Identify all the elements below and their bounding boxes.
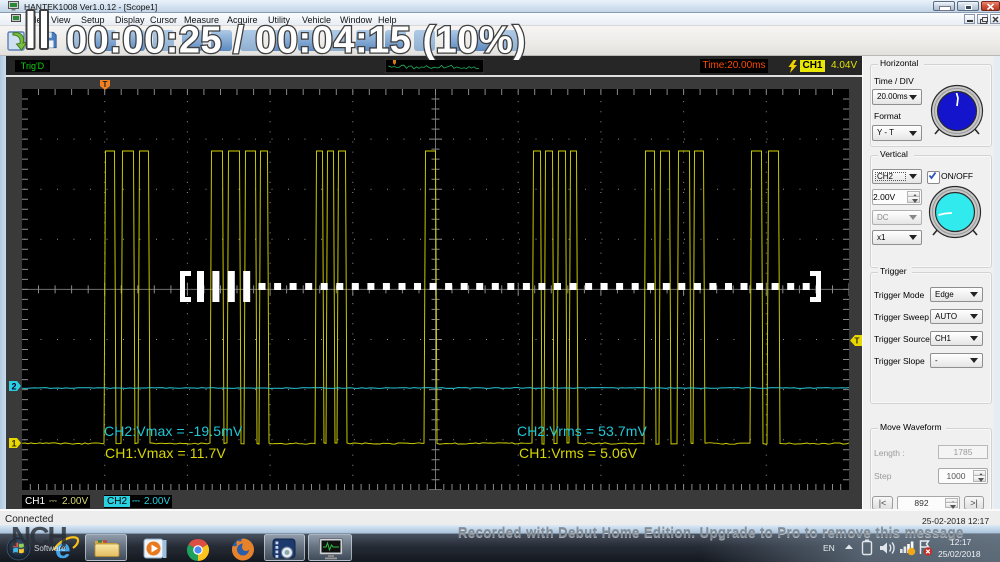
- svg-text:2: 2: [11, 382, 16, 392]
- svg-text:T: T: [855, 337, 860, 346]
- svg-text:00:00:25 / 00:04:15 (10%): 00:00:25 / 00:04:15 (10%): [66, 20, 526, 61]
- svg-text:T: T: [103, 80, 108, 89]
- svg-text:1: 1: [11, 439, 16, 449]
